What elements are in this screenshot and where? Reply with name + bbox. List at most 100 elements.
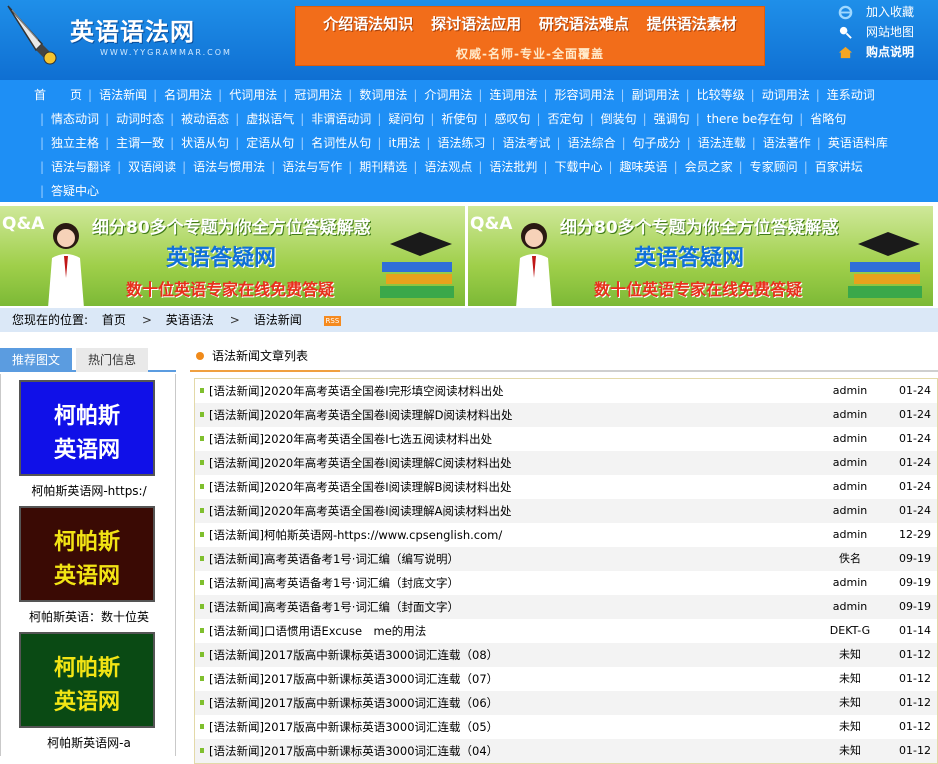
nav-item[interactable]: 疑问句: [371, 107, 424, 131]
article-row: [语法新闻]2017版高中新课标英语3000词汇连载（05） 未知 01-12: [195, 715, 937, 739]
article-author: admin: [832, 600, 868, 613]
nav-item[interactable]: 冠词用法: [277, 83, 342, 107]
nav-item[interactable]: 祈使句: [424, 107, 477, 131]
nav-item[interactable]: 动词时态: [99, 107, 164, 131]
nav-item[interactable]: 语法连载: [681, 131, 746, 155]
nav-item[interactable]: 英语语料库: [811, 131, 888, 155]
recommended-image[interactable]: 柯帕斯 英语网: [19, 506, 155, 602]
sidebar: 推荐图文 热门信息 柯帕斯 英语网 柯帕斯英语网-https:/柯帕斯 英语网 柯帕斯英…: [0, 346, 176, 756]
nav-item[interactable]: 连系动词: [810, 83, 875, 107]
ad-banner-left[interactable]: Q&A 细分80多个专题为你全方位答疑解惑 英语答疑网 数十位英语专家在线免费答…: [0, 206, 465, 306]
recommended-image[interactable]: 柯帕斯 英语网: [19, 632, 155, 728]
nav-item[interactable]: 副词用法: [615, 83, 680, 107]
article-date: 09-19: [899, 576, 931, 589]
rss-badge[interactable]: RSS: [323, 315, 342, 326]
nav-item[interactable]: 连词用法: [472, 83, 537, 107]
nav-item[interactable]: 虚拟语气: [229, 107, 294, 131]
nav-item[interactable]: it用法: [371, 131, 420, 155]
article-title-link[interactable]: [语法新闻]2020年高考英语全国卷Ⅰ阅读理解C阅读材料出处: [209, 451, 512, 475]
article-title-link[interactable]: [语法新闻]2017版高中新课标英语3000词汇连载（08）: [209, 643, 498, 667]
nav-item[interactable]: 感叹句: [477, 107, 530, 131]
nav-item[interactable]: 情态动词: [34, 107, 99, 131]
nav-item[interactable]: 非谓语动词: [294, 107, 371, 131]
nav-item[interactable]: 比较等级: [680, 83, 745, 107]
site-map-link[interactable]: 网站地图: [836, 22, 938, 42]
nav-item[interactable]: 倒装句: [584, 107, 637, 131]
nav-item[interactable]: 双语阅读: [111, 155, 176, 179]
bullet-icon: [200, 388, 204, 393]
nav-item[interactable]: 形容词用法: [537, 83, 615, 107]
article-title-link[interactable]: [语法新闻]柯帕斯英语网-https://www.cpsenglish.com/: [209, 523, 502, 547]
article-title-link[interactable]: [语法新闻]2020年高考英语全国卷Ⅰ完形填空阅读材料出处: [209, 379, 504, 403]
nav-item[interactable]: 语法与写作: [265, 155, 342, 179]
nav-item[interactable]: 语法与翻译: [34, 155, 111, 179]
article-date: 01-12: [899, 744, 931, 757]
nav-item[interactable]: 专家顾问: [733, 155, 798, 179]
nav-item[interactable]: 动词用法: [745, 83, 810, 107]
article-title-link[interactable]: [语法新闻]2017版高中新课标英语3000词汇连载（07）: [209, 667, 498, 691]
nav-item[interactable]: 百家讲坛: [798, 155, 863, 179]
nav-item[interactable]: 定语从句: [229, 131, 294, 155]
ad-banner-right[interactable]: Q&A 细分80多个专题为你全方位答疑解惑 英语答疑网 数十位英语专家在线免费答…: [468, 206, 933, 306]
nav-item[interactable]: 语法新闻: [82, 83, 147, 107]
nav-item[interactable]: 语法观点: [407, 155, 472, 179]
article-title-link[interactable]: [语法新闻]2017版高中新课标英语3000词汇连载（05）: [209, 715, 498, 739]
purchase-info-link[interactable]: 购点说明: [836, 42, 938, 62]
nav-item[interactable]: 强调句: [637, 107, 690, 131]
nav-item[interactable]: 名词用法: [147, 83, 212, 107]
header-banner[interactable]: 介绍语法知识 探讨语法应用 研究语法难点 提供语法素材 权威-名师-专业-全面覆…: [295, 6, 765, 66]
nav-item[interactable]: 语法考试: [485, 131, 551, 155]
recommended-caption[interactable]: 柯帕斯英语网-https:/: [1, 482, 177, 499]
article-title-link[interactable]: [语法新闻]2020年高考英语全国卷Ⅰ阅读理解D阅读材料出处: [209, 403, 512, 427]
nav-item[interactable]: 否定句: [531, 107, 584, 131]
fountain-pen-icon: [7, 5, 57, 65]
nav-item[interactable]: 省略句: [793, 107, 846, 131]
bullet-icon: [200, 748, 204, 753]
article-title-link[interactable]: [语法新闻]2020年高考英语全国卷Ⅰ阅读理解B阅读材料出处: [209, 475, 512, 499]
article-title-link[interactable]: [语法新闻]口语惯用语Excuse me的用法: [209, 619, 426, 643]
recommended-caption[interactable]: 柯帕斯英语网-a: [1, 734, 177, 751]
nav-item[interactable]: 语法著作: [746, 131, 811, 155]
article-date: 01-12: [899, 720, 931, 733]
nav-item[interactable]: 语法综合: [551, 131, 616, 155]
article-title-link[interactable]: [语法新闻]2020年高考英语全国卷Ⅰ阅读理解A阅读材料出处: [209, 499, 512, 523]
tab-hot[interactable]: 热门信息: [76, 348, 148, 372]
nav-item[interactable]: 代词用法: [212, 83, 277, 107]
list-header: 语法新闻文章列表: [190, 340, 938, 372]
nav-item[interactable]: there be存在句: [690, 107, 794, 131]
nav-item[interactable]: 下载中心: [537, 155, 602, 179]
nav-item[interactable]: 趣味英语: [603, 155, 668, 179]
breadcrumb-news[interactable]: 语法新闻: [254, 313, 302, 327]
nav-item[interactable]: 期刊精选: [342, 155, 407, 179]
recommended-image[interactable]: 柯帕斯 英语网: [19, 380, 155, 476]
nav-item[interactable]: 被动语态: [164, 107, 229, 131]
article-title-link[interactable]: [语法新闻]2017版高中新课标英语3000词汇连载（06）: [209, 691, 498, 715]
nav-item[interactable]: 独立主格: [34, 131, 99, 155]
nav-item[interactable]: 介词用法: [407, 83, 472, 107]
nav-item[interactable]: 语法批判: [472, 155, 537, 179]
article-title-link[interactable]: [语法新闻]高考英语备考1号·词汇编（编写说明）: [209, 547, 459, 571]
nav-item[interactable]: 句子成分: [616, 131, 681, 155]
article-date: 01-14: [899, 624, 931, 637]
bullet-icon: [200, 604, 204, 609]
nav-item[interactable]: 会员之家: [668, 155, 733, 179]
site-logo[interactable]: 英语语法网 WWW.YYGRAMMAR.COM: [0, 0, 240, 80]
tab-recommended[interactable]: 推荐图文: [0, 348, 72, 372]
nav-item[interactable]: 语法与惯用法: [176, 155, 265, 179]
breadcrumb-home[interactable]: 首页: [102, 313, 126, 327]
recommended-caption[interactable]: 柯帕斯英语：数十位英: [1, 608, 177, 625]
nav-item[interactable]: 语法练习: [420, 131, 485, 155]
article-title-link[interactable]: [语法新闻]2020年高考英语全国卷Ⅰ七选五阅读材料出处: [209, 427, 492, 451]
nav-item[interactable]: 主谓一致: [99, 131, 164, 155]
nav-item[interactable]: 答疑中心: [34, 179, 99, 203]
add-favorite-link[interactable]: 加入收藏: [836, 2, 938, 22]
nav-item[interactable]: 名词性从句: [294, 131, 371, 155]
student-illustration: [48, 223, 84, 306]
article-title-link[interactable]: [语法新闻]高考英语备考1号·词汇编（封面文字）: [209, 595, 459, 619]
nav-item[interactable]: 数词用法: [342, 83, 407, 107]
nav-item[interactable]: 状语从句: [164, 131, 229, 155]
article-title-link[interactable]: [语法新闻]高考英语备考1号·词汇编（封底文字）: [209, 571, 459, 595]
breadcrumb-grammar[interactable]: 英语语法: [166, 313, 214, 327]
article-title-link[interactable]: [语法新闻]2017版高中新课标英语3000词汇连载（04）: [209, 739, 498, 763]
nav-item[interactable]: 首 页: [34, 83, 82, 107]
